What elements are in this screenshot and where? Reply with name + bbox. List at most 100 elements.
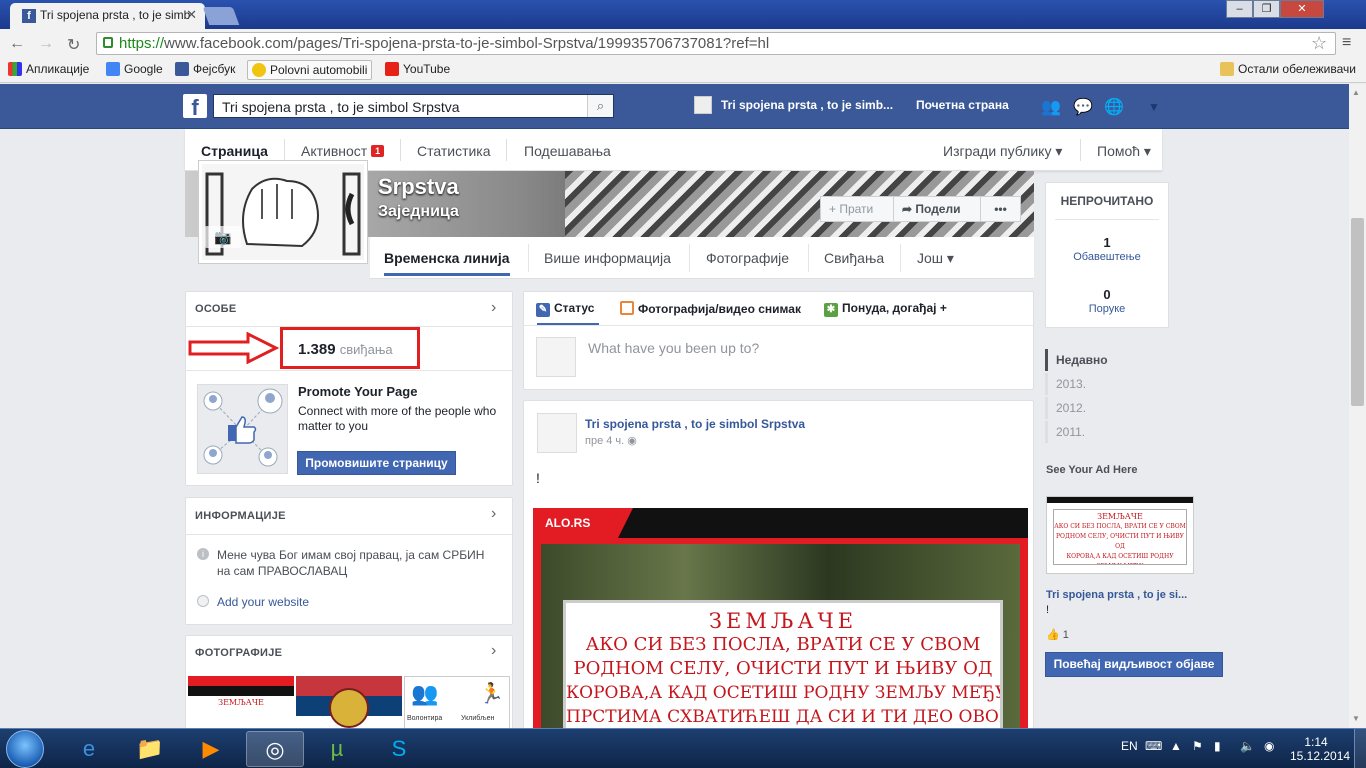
antivirus-icon[interactable]: ◉	[1264, 739, 1274, 753]
bookmark-star-icon[interactable]: ☆	[1311, 33, 1327, 54]
minimize-button[interactable]: –	[1226, 0, 1253, 18]
boost-post-button[interactable]: Повећај видљивост објаве	[1045, 652, 1223, 677]
keyboard-icon[interactable]: ⌨	[1145, 739, 1162, 753]
photo-thumbnail[interactable]: ЗЕМЉАЧЕ	[188, 676, 294, 736]
bookmark-polovni[interactable]: Polovni automobili	[247, 60, 373, 80]
camera-icon[interactable]: 📷	[205, 226, 241, 248]
divider	[808, 244, 809, 272]
tab-likes[interactable]: Свиђања	[824, 250, 884, 266]
bookmark-facebook[interactable]: Фејсбук	[175, 62, 235, 76]
notifications-label[interactable]: Обавештење	[1045, 251, 1169, 263]
forward-icon[interactable]: →	[38, 35, 54, 53]
scroll-up-icon[interactable]: ▲	[1352, 88, 1360, 97]
notifications-count[interactable]: 1	[1045, 235, 1169, 250]
tab-activity[interactable]: Активност 1	[301, 143, 385, 159]
likes-count[interactable]: 1.389 свиђања	[298, 341, 393, 358]
notifications-globe-icon[interactable]: 🌐	[1103, 97, 1125, 116]
messages-label[interactable]: Поруке	[1045, 303, 1169, 315]
friend-requests-icon[interactable]: 👥	[1040, 97, 1062, 116]
clock[interactable]: 1:14 15.12.2014	[1290, 735, 1350, 763]
info-header[interactable]: ИНФОРМАЦИЈЕ	[195, 510, 286, 522]
tab-timeline[interactable]: Временска линија	[384, 250, 510, 276]
composer-input[interactable]: What have you been up to?	[588, 340, 759, 356]
maximize-button[interactable]: ❐	[1253, 0, 1280, 18]
photo-video-tab[interactable]: Фотографија/видео снимак	[620, 301, 801, 316]
timeline-2011[interactable]: 2011.	[1045, 421, 1105, 443]
show-desktop-button[interactable]	[1354, 729, 1366, 768]
home-link[interactable]: Почетна страна	[916, 98, 1009, 112]
share-button[interactable]: ➦ Подели	[893, 196, 981, 222]
status-tab[interactable]: ✎ Статус	[536, 301, 594, 317]
follow-button[interactable]: + Прати	[820, 196, 894, 222]
tab-more[interactable]: Још ▾	[917, 250, 954, 267]
build-audience-dropdown[interactable]: Изгради публику ▾	[943, 143, 1062, 160]
address-bar[interactable]: https://www.facebook.com/pages/Tri-spoje…	[96, 32, 1336, 55]
bookmark-google[interactable]: Google	[106, 62, 163, 76]
chrome-icon[interactable]: ◎	[246, 731, 304, 767]
new-tab-button[interactable]	[202, 7, 240, 25]
tray-expand-icon[interactable]: ▲	[1170, 739, 1182, 753]
speaker-icon[interactable]: 🔈	[1240, 739, 1255, 753]
chevron-right-icon[interactable]: ›	[491, 505, 496, 523]
promote-page-button[interactable]: Промовишите страницу	[297, 451, 456, 475]
messages-count[interactable]: 0	[1045, 287, 1169, 302]
back-icon[interactable]: ←	[9, 35, 25, 53]
sign-board: ЗЕМЉАЧЕ АКО СИ БЕЗ ПОСЛА, ВРАТИ СЕ У СВО…	[563, 600, 1003, 740]
chrome-menu-icon[interactable]: ≡	[1342, 34, 1351, 52]
page-category[interactable]: Заједница	[378, 203, 459, 221]
facebook-logo-icon[interactable]: f	[183, 94, 207, 120]
people-header[interactable]: ОСОБЕ	[195, 303, 237, 315]
search-input[interactable]: Tri spojena prsta , to je simbol Srpstva…	[213, 94, 614, 118]
start-button[interactable]	[6, 730, 44, 768]
skype-icon[interactable]: S	[370, 731, 428, 767]
scrollbar[interactable]	[1349, 84, 1366, 728]
header-page-link[interactable]: Tri spojena prsta , to je simb...	[721, 98, 893, 112]
promote-illustration	[197, 384, 288, 474]
post-author[interactable]: Tri spojena prsta , to je simbol Srpstva	[585, 417, 805, 431]
help-dropdown[interactable]: Помоћ ▾	[1097, 143, 1151, 160]
ad-image[interactable]: ЗЕМЉАЧЕ АКО СИ БЕЗ ПОСЛА, ВРАТИ СЕ У СВО…	[1046, 496, 1194, 574]
scrollbar-thumb[interactable]	[1351, 218, 1364, 406]
close-tab-icon[interactable]: ✕	[186, 7, 197, 23]
timeline-recent[interactable]: Недавно	[1045, 349, 1108, 371]
explorer-folder-icon[interactable]: 📁	[121, 731, 179, 767]
more-options-button[interactable]: •••	[980, 196, 1021, 222]
browser-tab[interactable]: f Tri spojena prsta , to je simb ✕	[10, 3, 205, 29]
profile-picture[interactable]	[198, 160, 368, 264]
photo-thumbnail[interactable]: 👥 🏃 Волонтира Уклибљен	[404, 676, 510, 736]
tab-statistics[interactable]: Статистика	[417, 143, 491, 159]
offer-event-tab[interactable]: ✱ Понуда, догађај +	[824, 301, 947, 317]
ad-likes[interactable]: 👍 1	[1046, 628, 1069, 641]
timeline-2013[interactable]: 2013.	[1045, 373, 1105, 395]
search-icon[interactable]: ⌕	[587, 95, 613, 117]
photos-header[interactable]: ФОТОГРАФИЈЕ	[195, 647, 282, 659]
tab-settings[interactable]: Подешавања	[524, 143, 611, 159]
photo-thumbnail[interactable]	[296, 676, 402, 736]
close-window-button[interactable]: ✕	[1280, 0, 1324, 18]
post-time[interactable]: пре 4 ч. ◉	[585, 434, 637, 447]
tab-more-info[interactable]: Више информација	[544, 250, 671, 266]
bookmark-youtube[interactable]: YouTube	[385, 62, 450, 76]
tab-photos[interactable]: Фотографије	[706, 250, 789, 266]
post-author-avatar[interactable]	[537, 413, 577, 453]
bookmark-apps[interactable]: Апликације	[8, 62, 89, 76]
network-icon[interactable]: ▮	[1214, 739, 1221, 753]
serbian-emblem-icon	[329, 688, 369, 728]
bookmark-other[interactable]: Остали обележивачи	[1220, 62, 1356, 76]
timeline-2012[interactable]: 2012.	[1045, 397, 1105, 419]
messages-icon[interactable]: 💬	[1072, 97, 1094, 116]
ad-header[interactable]: See Your Ad Here	[1046, 464, 1138, 476]
chevron-right-icon[interactable]: ›	[491, 299, 496, 317]
action-center-flag-icon[interactable]: ⚑	[1192, 739, 1203, 753]
reload-icon[interactable]: ↻	[67, 35, 80, 55]
language-indicator[interactable]: EN	[1121, 739, 1138, 753]
scroll-down-icon[interactable]: ▼	[1352, 714, 1360, 723]
internet-explorer-icon[interactable]: e	[60, 731, 118, 767]
add-website-link[interactable]: Add your website	[217, 595, 309, 609]
chevron-right-icon[interactable]: ›	[491, 642, 496, 660]
tab-page[interactable]: Страница	[201, 143, 268, 172]
utorrent-icon[interactable]: µ	[308, 731, 366, 767]
media-player-icon[interactable]: ▶	[182, 731, 240, 767]
ad-title[interactable]: Tri spojena prsta , to je si...	[1046, 589, 1187, 601]
account-menu-icon[interactable]: ▼	[1143, 100, 1165, 118]
